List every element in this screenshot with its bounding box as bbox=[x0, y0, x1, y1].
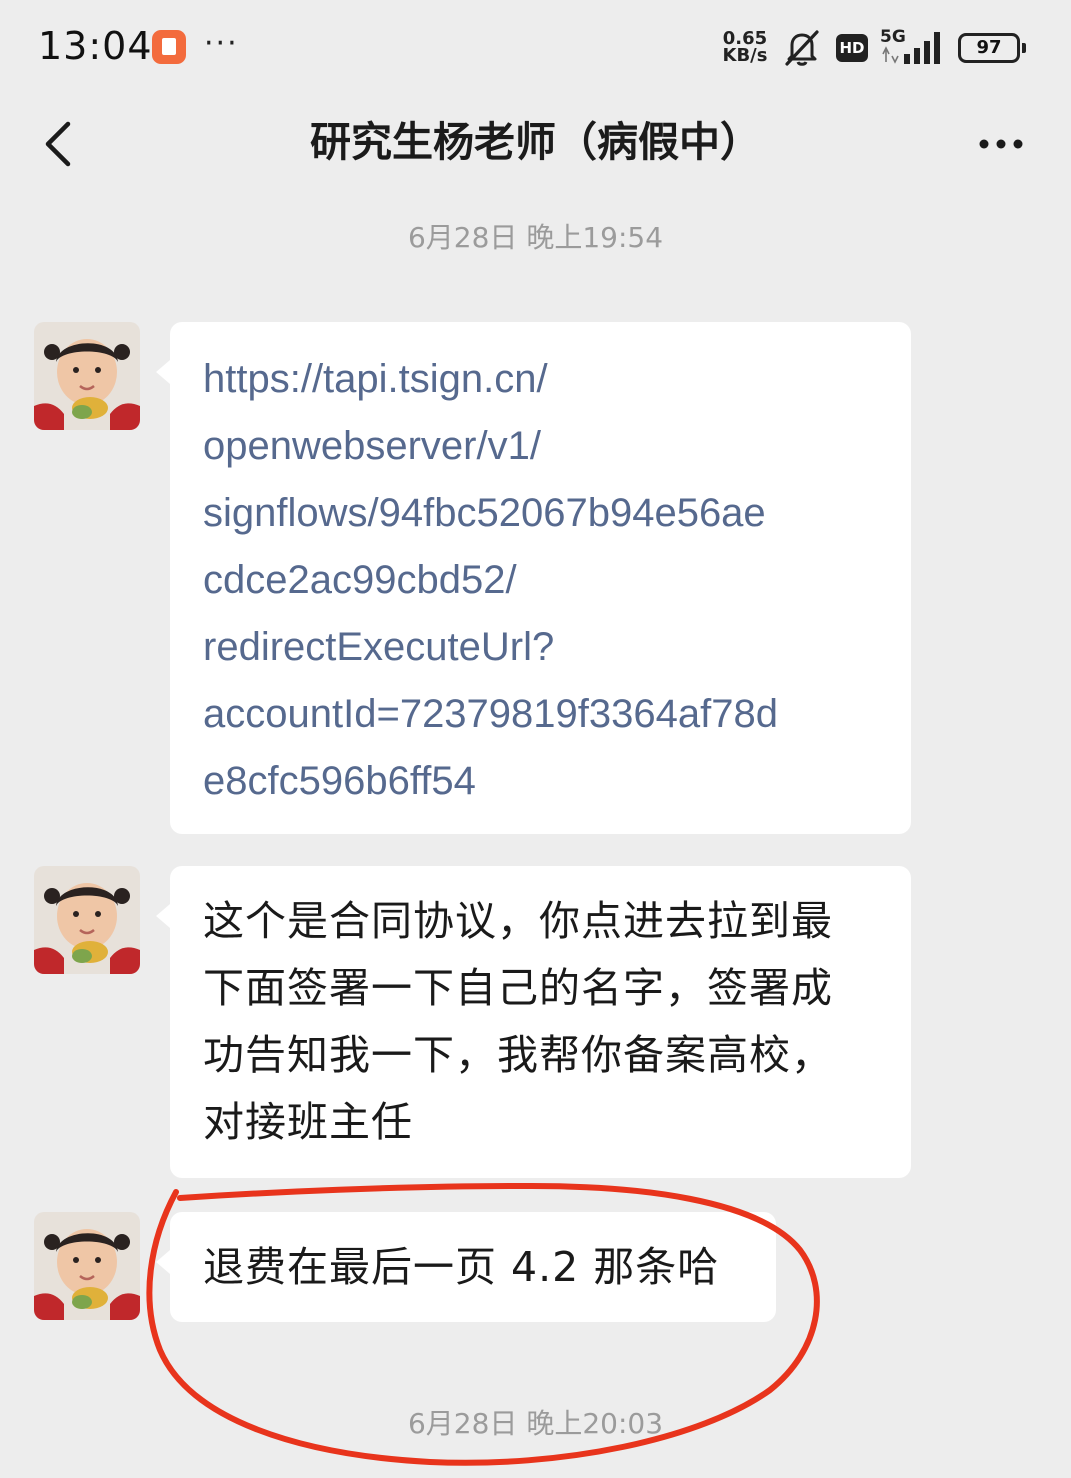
message-text-line: 这个是合同协议，你点进去拉到最 bbox=[203, 897, 833, 945]
message-link-line[interactable]: accountId=72379819f3364af78d bbox=[203, 681, 881, 748]
message-text-line: 功告知我一下，我帮你备案高校， bbox=[203, 1031, 833, 1079]
message-link-line[interactable]: e8cfc596b6ff54 bbox=[203, 748, 881, 815]
battery-level: 97 bbox=[976, 37, 1002, 58]
status-more-icon: ··· bbox=[204, 26, 239, 61]
status-time: 13:04 bbox=[38, 24, 153, 68]
network-speed-unit: KB/s bbox=[722, 45, 768, 66]
message-link-line[interactable]: signflows/94fbc52067b94e56ae bbox=[203, 480, 881, 547]
message-timestamp: 6月28日 晚上20:03 bbox=[407, 1407, 664, 1440]
hd-icon: HD bbox=[836, 34, 868, 62]
message-text-line: 对接班主任 bbox=[203, 1098, 413, 1146]
battery-icon: 97 bbox=[958, 33, 1026, 63]
network-speed: 0.65 KB/s bbox=[718, 30, 772, 66]
chat-title: 研究生杨老师（病假中） bbox=[310, 118, 761, 166]
message-text-line: 退费在最后一页 4.2 那条哈 bbox=[203, 1243, 720, 1291]
message-link-line[interactable]: redirectExecuteUrl? bbox=[203, 614, 881, 681]
message-bubble-text[interactable]: 这个是合同协议，你点进去拉到最 下面签署一下自己的名字，签署成 功告知我一下，我… bbox=[156, 866, 911, 1178]
message-link-line[interactable]: cdce2ac99cbd52/ bbox=[203, 547, 881, 614]
network-type-label: 5G bbox=[880, 27, 906, 47]
more-horizontal-icon[interactable] bbox=[966, 114, 1036, 174]
notification-app-icon bbox=[152, 30, 186, 64]
avatar[interactable] bbox=[34, 1212, 140, 1320]
message-bubble-link[interactable]: https://tapi.tsign.cn/ openwebserver/v1/… bbox=[156, 322, 911, 834]
avatar[interactable] bbox=[34, 866, 140, 974]
message-text-line: 下面签署一下自己的名字，签署成 bbox=[203, 964, 833, 1012]
signal-5g-icon: 5G bbox=[880, 27, 940, 64]
message-timestamp: 6月28日 晚上19:54 bbox=[407, 221, 664, 254]
mute-bell-icon bbox=[785, 30, 819, 66]
message-link-line[interactable]: openwebserver/v1/ bbox=[203, 413, 881, 480]
message-link-line[interactable]: https://tapi.tsign.cn/ bbox=[203, 346, 881, 413]
message-bubble-text[interactable]: 退费在最后一页 4.2 那条哈 bbox=[156, 1212, 776, 1322]
avatar[interactable] bbox=[34, 322, 140, 430]
status-bar: 13:04 ··· 0.65 KB/s HD 5G 97 bbox=[0, 0, 1071, 100]
chevron-left-icon[interactable] bbox=[30, 114, 90, 174]
chat-header: 研究生杨老师（病假中） bbox=[0, 100, 1071, 192]
